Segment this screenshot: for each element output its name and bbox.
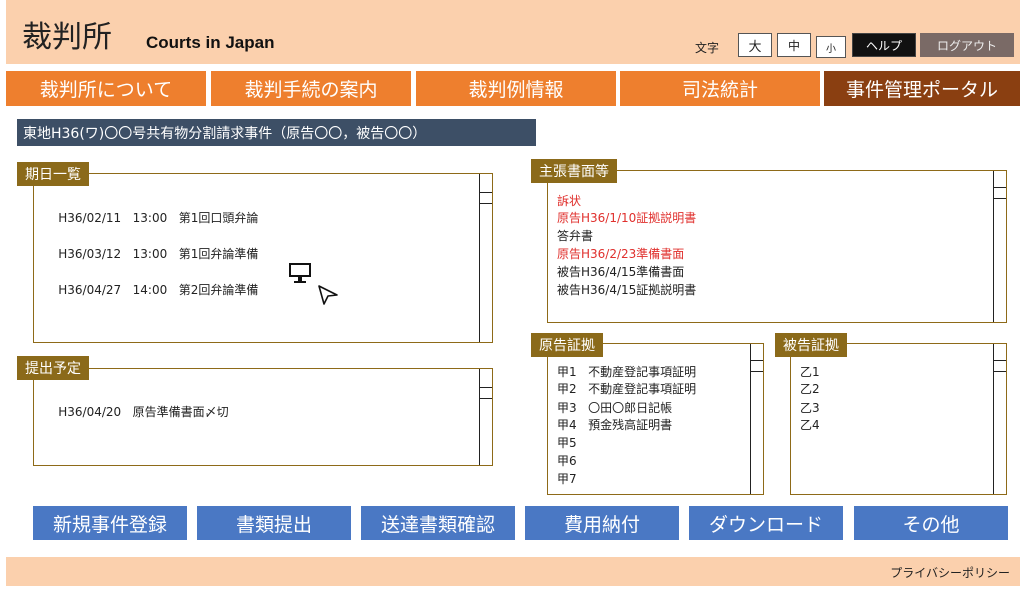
tab-procedures[interactable]: 裁判手続の案内 — [211, 71, 411, 106]
submission-text: 原告準備書面〆切 — [132, 405, 229, 419]
scroll-thumb[interactable] — [751, 360, 763, 372]
tab-about-courts[interactable]: 裁判所について — [6, 71, 206, 106]
brief-item[interactable]: 訴状 — [557, 192, 581, 209]
plaintiff-evidence-panel: 甲1 不動産登記事項証明 甲2 不動産登記事項証明 甲3 〇田〇郎日記帳 甲4 … — [547, 343, 764, 495]
font-size-small-button[interactable]: 小 — [816, 36, 846, 58]
case-title: 東地H36(ワ)〇〇号共有物分割請求事件（原告〇〇，被告〇〇） — [17, 119, 536, 146]
scroll-thumb[interactable] — [994, 187, 1006, 199]
plaintiff-evidence-item[interactable]: 甲3 〇田〇郎日記帳 — [557, 399, 672, 416]
font-size-medium-button[interactable]: 中 — [777, 33, 811, 57]
help-button[interactable]: ヘルプ — [852, 33, 916, 57]
evidence-text: 不動産登記事項証明 — [588, 382, 697, 396]
main-nav: 裁判所について 裁判手続の案内 裁判例情報 司法統計 事件管理ポータル — [6, 68, 1020, 108]
schedule-panel: H36/02/11 13:00 第1回口頭弁論 H36/03/12 13:00 … — [33, 173, 493, 343]
scroll-thumb[interactable] — [480, 387, 492, 399]
evidence-id: 甲3 — [557, 401, 577, 415]
font-size-large-button[interactable]: 大 — [738, 33, 772, 57]
defendant-evidence-item[interactable]: 乙3 — [800, 399, 820, 416]
defendant-evidence-label: 被告証拠 — [775, 333, 847, 357]
schedule-date: H36/03/12 — [58, 247, 122, 261]
schedule-date: H36/02/11 — [58, 211, 122, 225]
plaintiff-evidence-item[interactable]: 甲6 — [557, 452, 577, 469]
brief-item[interactable]: 被告H36/4/15証拠説明書 — [557, 281, 696, 298]
plaintiff-evidence-item[interactable]: 甲7 — [557, 470, 577, 487]
brief-item[interactable]: 原告H36/1/10証拠説明書 — [557, 209, 696, 226]
defendant-evidence-panel: 乙1 乙2 乙3 乙4 — [790, 343, 1007, 495]
schedule-event: 第1回弁論準備 — [178, 247, 259, 261]
logout-button[interactable]: ログアウト — [920, 33, 1014, 57]
logo-japanese[interactable]: 裁判所 — [22, 12, 112, 56]
download-button[interactable]: ダウンロード — [689, 506, 843, 540]
tab-case-portal[interactable]: 事件管理ポータル — [824, 71, 1020, 106]
schedule-time: 13:00 — [132, 247, 168, 261]
cursor-icon — [317, 284, 339, 310]
check-served-documents-button[interactable]: 送達書類確認 — [361, 506, 515, 540]
evidence-text: 〇田〇郎日記帳 — [588, 401, 673, 415]
schedule-label: 期日一覧 — [17, 162, 89, 186]
privacy-policy-link[interactable]: プライバシーポリシー — [890, 564, 1010, 581]
evidence-id: 甲4 — [557, 418, 577, 432]
scroll-thumb[interactable] — [480, 192, 492, 204]
evidence-text: 預金残高証明書 — [588, 418, 673, 432]
evidence-id: 甲2 — [557, 382, 577, 396]
defendant-evidence-scrollbar[interactable] — [993, 344, 1006, 494]
plaintiff-evidence-item[interactable]: 甲1 不動産登記事項証明 — [557, 363, 696, 380]
plaintiff-evidence-item[interactable]: 甲4 預金残高証明書 — [557, 416, 672, 433]
schedule-scrollbar[interactable] — [479, 174, 492, 342]
briefs-label: 主張書面等 — [531, 159, 617, 183]
plaintiff-evidence-scrollbar[interactable] — [750, 344, 763, 494]
brief-item[interactable]: 原告H36/2/23準備書面 — [557, 245, 684, 262]
defendant-evidence-item[interactable]: 乙1 — [800, 363, 820, 380]
submission-label: 提出予定 — [17, 356, 89, 380]
pay-fees-button[interactable]: 費用納付 — [525, 506, 679, 540]
plaintiff-evidence-label: 原告証拠 — [531, 333, 603, 357]
submission-item[interactable]: H36/04/20 原告準備書面〆切 — [43, 389, 229, 434]
site-footer: プライバシーポリシー — [6, 557, 1020, 586]
new-case-button[interactable]: 新規事件登録 — [33, 506, 187, 540]
font-size-label: 文字 — [695, 41, 720, 55]
brief-item[interactable]: 答弁書 — [557, 227, 593, 244]
schedule-event: 第2回弁論準備 — [178, 283, 259, 297]
plaintiff-evidence-item[interactable]: 甲2 不動産登記事項証明 — [557, 380, 696, 397]
tab-case-law[interactable]: 裁判例情報 — [416, 71, 616, 106]
monitor-icon[interactable] — [288, 262, 312, 288]
logo-english[interactable]: Courts in Japan — [146, 33, 274, 53]
plaintiff-evidence-item[interactable]: 甲5 — [557, 434, 577, 451]
defendant-evidence-item[interactable]: 乙2 — [800, 380, 820, 397]
submission-date: H36/04/20 — [58, 405, 122, 419]
submission-panel: H36/04/20 原告準備書面〆切 — [33, 368, 493, 466]
schedule-time: 13:00 — [132, 211, 168, 225]
briefs-panel: 訴状 原告H36/1/10証拠説明書 答弁書 原告H36/2/23準備書面 被告… — [547, 170, 1007, 323]
brief-item[interactable]: 被告H36/4/15準備書面 — [557, 263, 684, 280]
submission-scrollbar[interactable] — [479, 369, 492, 465]
tab-statistics[interactable]: 司法統計 — [620, 71, 820, 106]
schedule-time: 14:00 — [132, 283, 168, 297]
submit-documents-button[interactable]: 書類提出 — [197, 506, 351, 540]
schedule-event: 第1回口頭弁論 — [178, 211, 259, 225]
other-button[interactable]: その他 — [854, 506, 1008, 540]
schedule-date: H36/04/27 — [58, 283, 122, 297]
briefs-scrollbar[interactable] — [993, 171, 1006, 322]
schedule-item[interactable]: H36/04/27 14:00 第2回弁論準備 — [43, 267, 258, 312]
scroll-thumb[interactable] — [994, 360, 1006, 372]
defendant-evidence-item[interactable]: 乙4 — [800, 416, 820, 433]
evidence-text: 不動産登記事項証明 — [588, 365, 697, 379]
evidence-id: 甲1 — [557, 365, 577, 379]
